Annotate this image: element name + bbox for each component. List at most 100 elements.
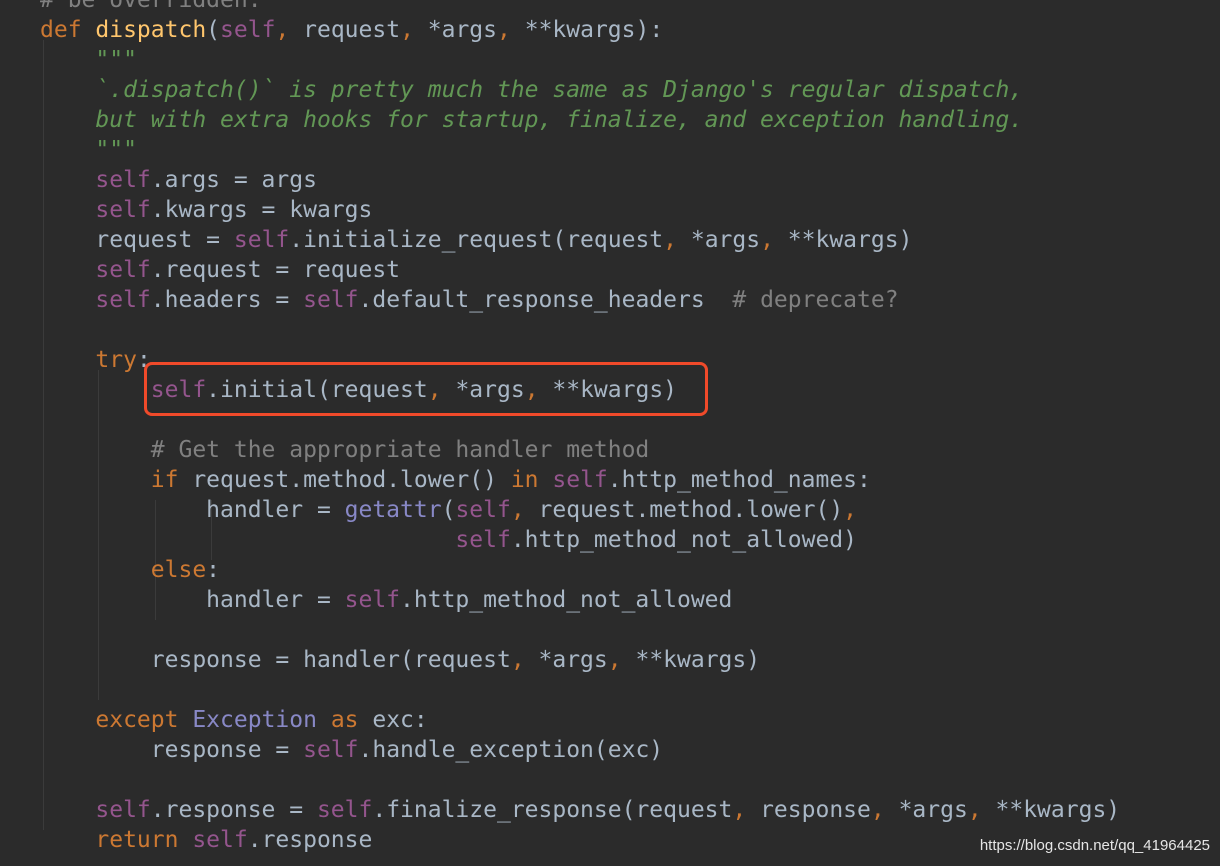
highlight-box	[144, 362, 708, 416]
code-line[interactable]	[40, 315, 1120, 345]
code-token: (	[441, 497, 456, 523]
code-token: self	[455, 497, 511, 523]
code-token: ,	[607, 647, 636, 673]
code-token: ,	[732, 797, 761, 823]
code-token: request.method.lower()	[192, 467, 511, 493]
code-block[interactable]: # be overridden. def dispatch(self, reque…	[40, 0, 1120, 855]
code-token: **kwargs)	[635, 647, 761, 673]
code-token: if	[150, 467, 193, 493]
code-token: self	[233, 227, 290, 253]
code-token: except	[95, 707, 193, 733]
code-line[interactable]: self.http_method_not_allowed)	[40, 525, 1120, 555]
code-token: ,	[275, 17, 304, 43]
code-token: try	[95, 347, 137, 373]
code-token: def	[40, 17, 96, 43]
code-token: handler =	[40, 497, 345, 523]
code-line[interactable]: `.dispatch()` is pretty much the same as…	[40, 75, 1120, 105]
code-token: # be overridden.	[40, 0, 262, 13]
code-line[interactable]: handler = self.http_method_not_allowed	[40, 585, 1120, 615]
code-line[interactable]: """	[40, 45, 1120, 75]
code-token: self	[303, 737, 359, 763]
code-line[interactable]: except Exception as exc:	[40, 705, 1120, 735]
code-token: else	[150, 557, 207, 583]
code-editor[interactable]: # be overridden. def dispatch(self, reque…	[0, 0, 1220, 866]
code-line[interactable]: response = self.handle_exception(exc)	[40, 735, 1120, 765]
code-token: self	[95, 167, 151, 193]
code-token: self	[455, 527, 511, 553]
code-token: ,	[870, 797, 899, 823]
code-token: (	[206, 17, 221, 43]
code-line[interactable]: response = handler(request, *args, **kwa…	[40, 645, 1120, 675]
code-token: request.method.lower()	[538, 497, 844, 523]
code-line[interactable]: but with extra hooks for startup, finali…	[40, 105, 1120, 135]
code-token: .response	[247, 827, 373, 853]
code-token: return	[95, 827, 193, 853]
code-token: .args = args	[150, 167, 317, 193]
code-token: ,	[843, 497, 858, 523]
code-token: Exception	[192, 707, 331, 733]
code-token: **kwargs	[524, 17, 636, 43]
code-token: :	[206, 557, 221, 583]
code-token: """	[40, 47, 137, 73]
code-line[interactable]: def dispatch(self, request, *args, **kwa…	[40, 15, 1120, 45]
code-line[interactable]: if request.method.lower() in self.http_m…	[40, 465, 1120, 495]
code-token: *args	[427, 17, 498, 43]
code-line[interactable]: self.headers = self.default_response_hea…	[40, 285, 1120, 315]
code-token: self	[95, 257, 151, 283]
code-token: """	[40, 137, 137, 163]
code-token: self	[192, 827, 248, 853]
code-line[interactable]: # Get the appropriate handler method	[40, 435, 1120, 465]
code-token: ,	[967, 797, 996, 823]
code-line[interactable]: self.request = request	[40, 255, 1120, 285]
code-token: *args	[538, 647, 608, 673]
code-token: .headers =	[150, 287, 304, 313]
code-token: .initialize_request(request	[289, 227, 664, 253]
code-token: .request = request	[150, 257, 401, 283]
code-line[interactable]: """	[40, 135, 1120, 165]
code-token: self	[95, 287, 151, 313]
code-line[interactable]: return self.response	[40, 825, 1120, 855]
code-token: .http_method_not_allowed	[400, 587, 733, 613]
code-token: .http_method_not_allowed)	[510, 527, 857, 553]
code-token: .default_response_headers	[358, 287, 733, 313]
code-token: ):	[635, 17, 664, 43]
code-token: self	[95, 197, 151, 223]
code-token: self	[344, 587, 401, 613]
code-token: self	[95, 797, 151, 823]
code-line[interactable]: self.kwargs = kwargs	[40, 195, 1120, 225]
watermark: https://blog.csdn.net/qq_41964425	[979, 837, 1210, 854]
code-line[interactable]: request = self.initialize_request(reques…	[40, 225, 1120, 255]
code-token: self	[552, 467, 608, 493]
code-line[interactable]: # be overridden.	[40, 0, 1120, 15]
code-line[interactable]: self.args = args	[40, 165, 1120, 195]
code-line[interactable]: else:	[40, 555, 1120, 585]
code-token: **kwargs)	[995, 797, 1121, 823]
code-token: response	[760, 797, 871, 823]
code-line[interactable]: self.response = self.finalize_response(r…	[40, 795, 1120, 825]
code-token: ,	[400, 17, 428, 43]
code-line[interactable]	[40, 765, 1120, 795]
code-token: ,	[663, 227, 691, 253]
code-token: *args	[690, 227, 761, 253]
code-token: ,	[510, 497, 539, 523]
code-token: handler =	[40, 587, 345, 613]
code-line[interactable]	[40, 615, 1120, 645]
code-token: .http_method_names:	[607, 467, 871, 493]
code-line[interactable]	[40, 675, 1120, 705]
code-token: **kwargs)	[787, 227, 913, 253]
code-token: # Get the appropriate handler method	[40, 437, 650, 463]
code-line[interactable]: handler = getattr(self, request.method.l…	[40, 495, 1120, 525]
code-token: response = handler(request	[40, 647, 511, 673]
code-token: exc:	[372, 707, 428, 733]
